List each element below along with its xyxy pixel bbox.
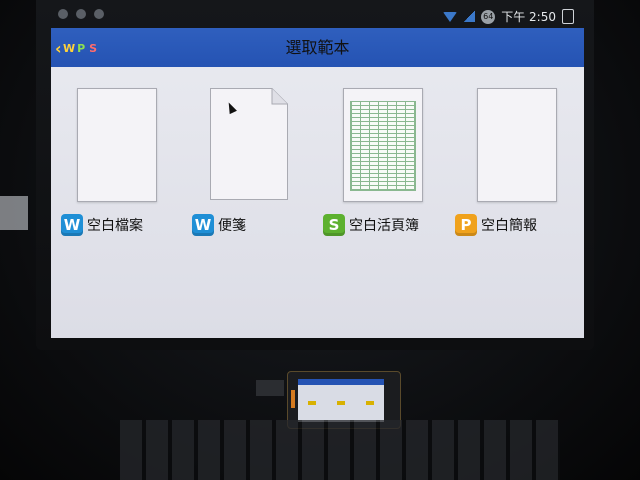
logo-letter-p: P <box>77 41 86 55</box>
notification-icon <box>76 9 86 19</box>
template-thumbnail <box>77 88 157 202</box>
monitor-brand <box>290 340 350 348</box>
page-title: 選取範本 <box>285 38 350 57</box>
spreadsheet-grid <box>350 101 416 191</box>
presentation-icon: P <box>455 214 477 236</box>
template-thumbnail <box>210 88 288 200</box>
background-light <box>0 196 28 230</box>
title-bar: 選取範本 ‹ W P S <box>51 28 584 67</box>
notification-icons <box>58 9 104 19</box>
android-status-bar: 64 下午 2:50 <box>50 6 584 28</box>
phone-screen <box>298 379 384 422</box>
status-indicators: 64 下午 2:50 <box>443 8 574 25</box>
phone-template-icons <box>298 401 384 405</box>
notification-icon <box>58 9 68 19</box>
writer-icon: W <box>192 214 214 236</box>
template-label-text: 空白活頁簿 <box>349 218 419 234</box>
template-label: W 空白檔案 <box>61 214 143 236</box>
phone-stand <box>256 380 284 396</box>
status-time: 下午 2:50 <box>501 10 556 24</box>
wps-logo: W P S <box>63 41 99 55</box>
signal-icon <box>463 11 476 22</box>
phone-template-icon <box>365 401 374 405</box>
wifi-icon <box>443 11 458 22</box>
keyboard <box>120 420 560 480</box>
writer-icon: W <box>61 214 83 236</box>
template-label: S 空白活頁簿 <box>323 214 419 236</box>
notification-icon <box>94 9 104 19</box>
logo-letter-w: W <box>63 41 76 55</box>
template-thumbnail <box>343 88 423 202</box>
template-label: P 空白簡報 <box>455 214 537 236</box>
template-label-text: 空白簡報 <box>481 218 537 234</box>
phone-accent <box>291 390 295 408</box>
spreadsheet-icon: S <box>323 214 345 236</box>
phone-template-icon <box>308 401 317 405</box>
chevron-left-icon: ‹ <box>55 38 62 58</box>
back-button[interactable]: ‹ W P S <box>55 37 99 59</box>
phone-title-bar <box>298 379 384 385</box>
template-label: W 便箋 <box>192 214 246 236</box>
phone-template-icon <box>336 401 345 405</box>
template-label-text: 空白檔案 <box>87 218 143 234</box>
app-screen: 選取範本 ‹ W P S W 空白檔案 W 便箋 S 空白活頁簿 P 空白簡報 <box>51 28 584 338</box>
logo-letter-s: S <box>89 41 98 55</box>
template-thumbnail <box>477 88 557 202</box>
battery-icon <box>562 9 574 24</box>
battery-level-badge: 64 <box>481 9 496 24</box>
template-label-text: 便箋 <box>218 218 246 234</box>
